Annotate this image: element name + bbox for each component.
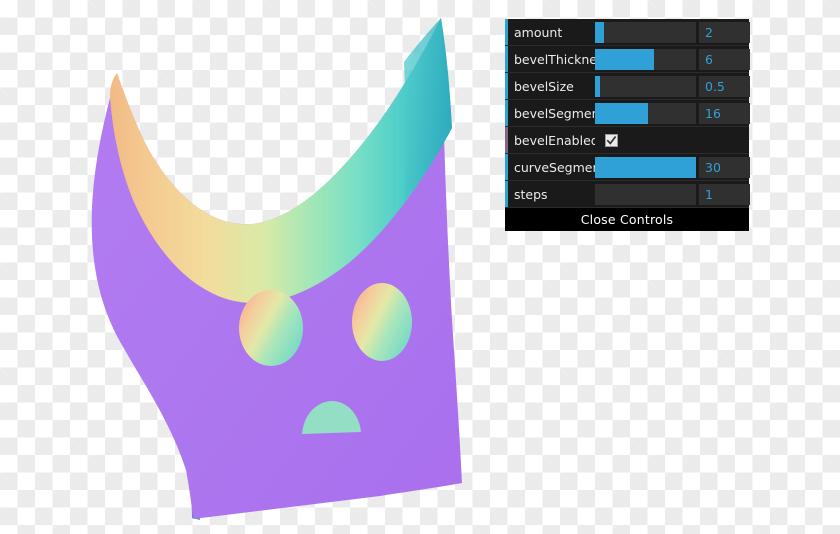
gui-row-bevelenabled[interactable]: bevelEnabled: [505, 127, 749, 154]
dat-gui-panel[interactable]: amount 2 bevelThickness 6 bevelSize: [505, 19, 750, 231]
gui-label-bevelenabled: bevelEnabled: [514, 132, 595, 148]
slider-track-bevelthickness[interactable]: [595, 48, 696, 70]
gui-row-bevelsegments[interactable]: bevelSegments 16: [505, 100, 750, 127]
slider-fill-bevelthickness: [595, 48, 654, 70]
gui-label-bevelsize: bevelSize: [514, 78, 574, 94]
screenshot-root: amount 2 bevelThickness 6 bevelSize: [0, 0, 840, 534]
value-bevelthickness[interactable]: 6: [699, 48, 750, 70]
checkmark-icon: [606, 135, 617, 145]
gui-row-amount[interactable]: amount 2: [505, 19, 750, 46]
row-accent-strip: [505, 46, 508, 72]
row-accent-strip: [505, 154, 508, 180]
gui-label-bevelsegments: bevelSegments: [514, 105, 595, 121]
gui-row-steps[interactable]: steps 1: [505, 181, 750, 208]
bevelenabled-checkbox[interactable]: [605, 133, 618, 147]
slider-track-curvesegments[interactable]: [595, 156, 696, 178]
slider-fill-bevelsegments: [595, 102, 648, 124]
gui-control-curvesegments[interactable]: 30: [595, 154, 750, 181]
slider-track-steps[interactable]: [595, 183, 696, 205]
row-accent-strip: [505, 73, 508, 99]
slider-track-amount[interactable]: [595, 21, 696, 43]
gui-control-amount[interactable]: 2: [595, 19, 750, 46]
gui-control-bevelthickness[interactable]: 6: [595, 46, 750, 73]
gui-row-bevelsize[interactable]: bevelSize 0.5: [505, 73, 750, 100]
value-curvesegments[interactable]: 30: [699, 156, 750, 178]
slider-track-bevelsegments[interactable]: [595, 102, 696, 124]
gui-label-curvesegments: curveSegments: [514, 159, 595, 175]
gui-row-bevelthickness[interactable]: bevelThickness 6: [505, 46, 750, 73]
gui-control-bevelsegments[interactable]: 16: [595, 100, 750, 127]
gui-control-steps[interactable]: 1: [595, 181, 750, 208]
mesh-right-eye: [352, 283, 412, 361]
slider-fill-amount: [595, 21, 605, 43]
value-bevelsize[interactable]: 0.5: [699, 75, 750, 97]
gui-control-bevelenabled[interactable]: [595, 127, 749, 154]
slider-fill-curvesegments: [595, 156, 696, 178]
gui-label-steps: steps: [514, 186, 548, 202]
close-controls-button[interactable]: Close Controls: [505, 208, 749, 231]
gui-row-curvesegments[interactable]: curveSegments 30: [505, 154, 750, 181]
mesh-left-eye: [239, 290, 303, 366]
value-bevelsegments[interactable]: 16: [699, 102, 750, 124]
gui-label-amount: amount: [514, 24, 563, 40]
three-js-viewport[interactable]: [0, 0, 500, 534]
row-accent-strip: [505, 100, 508, 126]
value-amount[interactable]: 2: [699, 21, 750, 43]
slider-fill-bevelsize: [595, 75, 601, 97]
slider-track-bevelsize[interactable]: [595, 75, 696, 97]
gui-label-bevelthickness: bevelThickness: [514, 51, 595, 67]
extruded-face-mesh: [91, 18, 463, 520]
row-accent-strip: [505, 19, 508, 45]
row-accent-strip: [505, 181, 508, 207]
value-steps[interactable]: 1: [699, 183, 750, 205]
row-accent-strip-boolean: [505, 127, 508, 153]
gui-control-bevelsize[interactable]: 0.5: [595, 73, 750, 100]
